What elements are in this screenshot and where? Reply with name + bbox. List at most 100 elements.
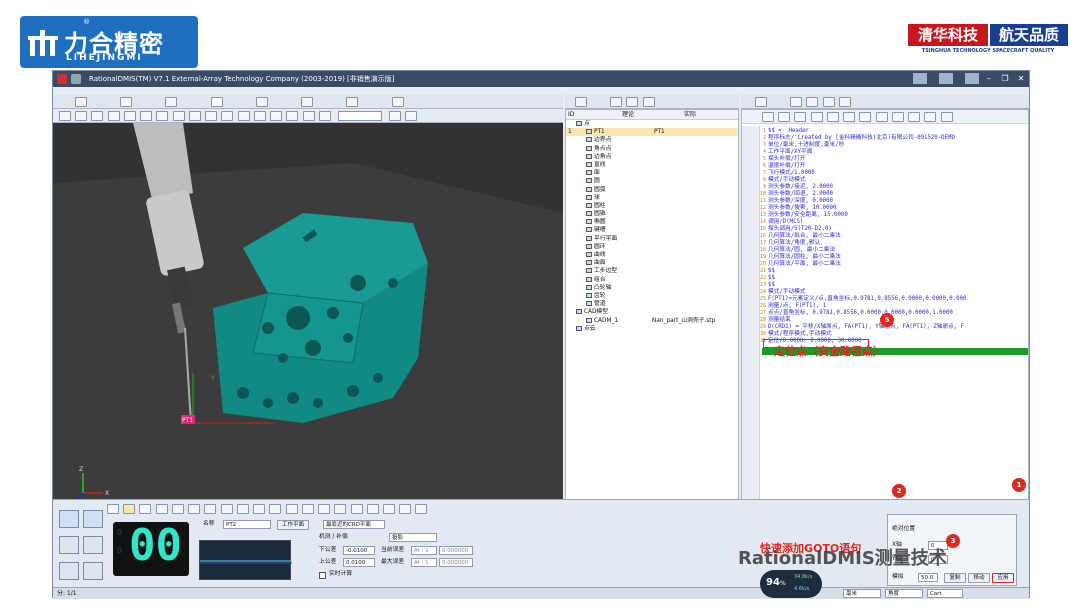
code-line[interactable]: F(PT1)=元素定义/点,直角坐标,0.9781,0.8556,0.0000,… xyxy=(768,296,966,303)
code-line[interactable]: $$ <- Header xyxy=(768,128,809,135)
code-line[interactable]: 点点/直角坐标, 0.9781,0.8556,0.0000,0.0000,0.0… xyxy=(768,310,953,317)
code-line[interactable]: $$ xyxy=(768,268,775,275)
ft-point-icon[interactable] xyxy=(107,504,119,514)
goto-copy-button[interactable]: 复制 xyxy=(944,573,966,583)
grid-icon[interactable] xyxy=(205,111,218,121)
tree-row[interactable]: 键槽 xyxy=(566,226,738,234)
tree-row[interactable]: 圆锥 xyxy=(566,210,738,218)
tree-row[interactable]: 边界点 xyxy=(566,136,738,144)
auto-mode-icon[interactable] xyxy=(83,510,103,528)
ft-sphere-icon[interactable] xyxy=(220,504,233,514)
code-line[interactable]: 温度补偿/打开 xyxy=(768,163,806,170)
tree-tab-icon-3[interactable] xyxy=(626,97,639,107)
close-button[interactable]: ✕ xyxy=(1015,73,1027,84)
editor-save-icon[interactable] xyxy=(778,112,791,122)
editor-bookmark-icon[interactable] xyxy=(924,112,937,122)
goto-move-button[interactable]: 移动 xyxy=(968,573,990,583)
code-tab-icon-1[interactable] xyxy=(755,97,767,107)
feature-name-input[interactable]: PT2 xyxy=(223,520,271,529)
tree-row[interactable]: 平行平面 xyxy=(566,235,738,243)
editor-delete-icon[interactable] xyxy=(843,112,856,122)
print-mode-icon[interactable] xyxy=(83,562,103,580)
code-line[interactable]: 几何算法/拟合, 最小二乘法 xyxy=(768,233,841,240)
code-line[interactable]: 探头调用/S(T20-D2.0) xyxy=(768,226,832,233)
tree-row[interactable]: 圆柱 xyxy=(566,202,738,210)
ft-torus-icon[interactable] xyxy=(318,504,331,514)
tab-icon-view[interactable] xyxy=(165,97,178,107)
upper-tol-input[interactable]: 0.0100 xyxy=(343,558,375,567)
ft-slot-icon[interactable] xyxy=(285,504,298,514)
tab-icon-home[interactable] xyxy=(75,97,87,107)
fit-icon[interactable] xyxy=(140,111,153,121)
code-line[interactable]: 测头参数/搜索, 10.0000 xyxy=(768,205,836,212)
tree-row[interactable]: 齿轮 xyxy=(566,292,738,300)
filter-icon[interactable] xyxy=(405,111,418,121)
code-line[interactable]: 几何算法/平面, 最小二乘法 xyxy=(768,261,841,268)
tree-row[interactable]: 工步边型 xyxy=(566,267,738,275)
tree-row[interactable]: 圆 xyxy=(566,177,738,185)
minimize-button[interactable]: – xyxy=(983,73,995,84)
axis-mode-icon[interactable] xyxy=(59,562,79,580)
view-combo[interactable] xyxy=(337,111,382,121)
tab-icon-tools[interactable] xyxy=(391,97,404,107)
code-line[interactable]: 模式/手动模式 xyxy=(768,289,806,296)
tree-row[interactable]: 凸轮轴 xyxy=(566,284,738,292)
ft-pipe-icon[interactable] xyxy=(415,504,428,514)
tree-row[interactable]: 圆弧 xyxy=(566,186,738,194)
shade-icon[interactable] xyxy=(156,111,169,121)
code-tab-icon-4[interactable] xyxy=(822,97,835,107)
tree-row[interactable]: 面 xyxy=(566,169,738,177)
code-line[interactable]: D(CRD1) = 平移/X轴原点, FA(PT1), Y轴原点, FA(PT1… xyxy=(768,324,964,331)
camera-icon[interactable] xyxy=(302,111,315,121)
code-line[interactable]: 探头补偿/打开 xyxy=(768,156,806,163)
editor-brush-icon[interactable] xyxy=(940,112,953,122)
code-line[interactable]: 调用/D(MCS) xyxy=(768,219,803,226)
ft-circle-icon[interactable] xyxy=(188,504,201,514)
code-tab-icon-5[interactable] xyxy=(838,97,851,107)
tree-row[interactable]: 椭圆 xyxy=(566,218,738,226)
ft-compound-icon[interactable] xyxy=(366,504,379,514)
home-view-icon[interactable] xyxy=(59,111,71,121)
ft-cone-icon[interactable] xyxy=(253,504,266,514)
editor-step-icon[interactable] xyxy=(891,112,904,122)
code-line[interactable]: $$ xyxy=(768,275,775,282)
measure-icon[interactable] xyxy=(253,111,266,121)
ft-cam-icon[interactable] xyxy=(382,504,395,514)
code-line[interactable]: 单位/毫米,十进制度,毫米/秒 xyxy=(768,142,844,149)
zoom-icon[interactable] xyxy=(107,111,120,121)
editor-find-icon[interactable] xyxy=(859,112,872,122)
ribbon-icon-1[interactable] xyxy=(913,73,927,84)
code-line[interactable]: 模式/手动模式 xyxy=(768,177,806,184)
rotate-icon[interactable] xyxy=(91,111,104,121)
tab-icon-measure[interactable] xyxy=(210,97,223,107)
code-line[interactable]: 测头参数/回退, 2.0000 xyxy=(768,191,833,198)
ft-arc-icon[interactable] xyxy=(204,504,217,514)
ft-ellipse-icon[interactable] xyxy=(269,504,282,514)
tree-tab-icon-1[interactable] xyxy=(575,97,587,107)
snap-icon[interactable] xyxy=(270,111,283,121)
crd-plane-select[interactable]: 最靠近的CRD平面 xyxy=(323,520,385,529)
ft-corner-icon[interactable] xyxy=(139,504,152,514)
code-line[interactable]: 几何算法/角度,默认 xyxy=(768,240,820,247)
code-line[interactable]: 几何算法/圆, 最小二乘法 xyxy=(768,247,835,254)
coord-select[interactable]: Cart xyxy=(927,589,963,598)
code-line[interactable]: 测头参数/接近, 2.0000 xyxy=(768,184,833,191)
tree-tab-icon-2[interactable] xyxy=(610,97,623,107)
tree-row[interactable]: 边角点 xyxy=(566,153,738,161)
editor-copy-icon[interactable] xyxy=(810,112,823,122)
tree-row[interactable]: 曲面 xyxy=(566,259,738,267)
light-icon[interactable] xyxy=(221,111,234,121)
editor-cut-icon[interactable] xyxy=(794,112,807,122)
tab-icon-construct[interactable] xyxy=(255,97,268,107)
lower-tol-input[interactable]: -0.0100 xyxy=(343,546,375,555)
tab-icon-probe[interactable] xyxy=(301,97,314,107)
manual-mode-icon[interactable] xyxy=(59,510,79,528)
code-line[interactable]: 测量结束 xyxy=(768,317,791,324)
select-icon[interactable] xyxy=(75,111,88,121)
ft-plane-icon[interactable] xyxy=(171,504,184,514)
goto-apply-button[interactable]: 应用 xyxy=(992,573,1014,583)
code-line[interactable]: 测头参数/安全距离, 15.0000 xyxy=(768,212,848,219)
tree-row[interactable]: CAD模型 xyxy=(566,308,738,316)
code-tab-icon-3[interactable] xyxy=(806,97,819,107)
tree-row[interactable]: 圆环 xyxy=(566,243,738,251)
